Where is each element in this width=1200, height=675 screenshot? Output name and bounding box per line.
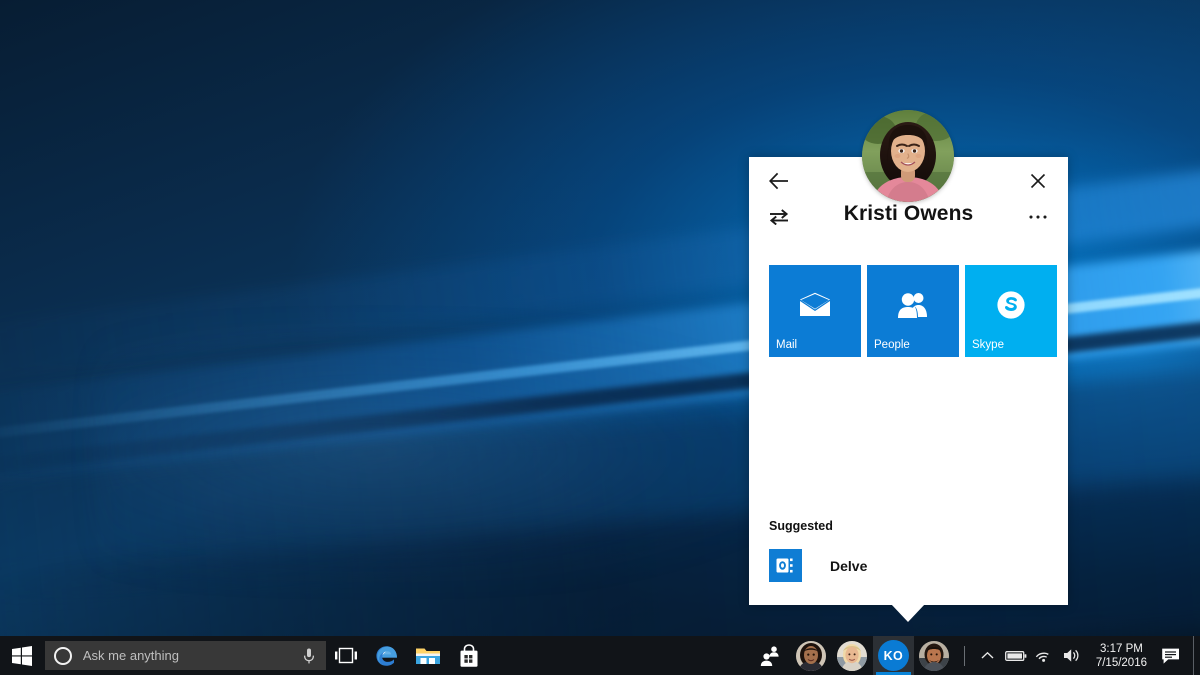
file-explorer-button[interactable] [408, 636, 449, 675]
wallpaper-haze [96, 324, 792, 581]
wifi-icon[interactable] [1030, 636, 1058, 675]
add-person-icon[interactable] [750, 636, 791, 675]
app-tiles: Mail People Skype [769, 265, 1057, 357]
taskbar: Ask me anything [0, 636, 1200, 675]
app-tile-label: People [874, 339, 910, 351]
back-arrow-icon[interactable] [765, 167, 793, 195]
avatar [919, 641, 949, 671]
delve-icon [769, 549, 802, 582]
mail-envelope-icon [769, 287, 861, 323]
search-placeholder: Ask me anything [83, 648, 302, 663]
chevron-up-icon[interactable] [974, 636, 1002, 675]
system-tray: 3:17 PM 7/15/2016 [974, 636, 1200, 675]
app-tile-people[interactable]: People [867, 265, 959, 357]
clock-date: 7/15/2016 [1096, 656, 1147, 670]
store-button[interactable] [449, 636, 490, 675]
taskbar-contact-4[interactable] [914, 636, 955, 675]
status-badge: KO [878, 640, 909, 671]
task-view-button[interactable] [326, 636, 367, 675]
microphone-icon[interactable] [302, 647, 316, 665]
app-tile-mail[interactable]: Mail [769, 265, 861, 357]
show-desktop-button[interactable] [1193, 636, 1200, 675]
taskbar-contact-2[interactable] [832, 636, 873, 675]
flyout-pointer-tail [891, 604, 925, 622]
people-icon [867, 287, 959, 323]
cortana-circle-icon [54, 647, 72, 665]
avatar [796, 641, 826, 671]
skype-icon [965, 287, 1057, 323]
suggested-heading: Suggested [769, 519, 833, 533]
taskbar-contact-3[interactable]: KO [873, 636, 914, 675]
desktop-screen: Kristi Owens Mail [0, 0, 1200, 675]
clock-time: 3:17 PM [1096, 642, 1147, 656]
taskbar-clock[interactable]: 3:17 PM 7/15/2016 [1096, 642, 1147, 670]
avatar [837, 641, 867, 671]
taskbar-contact-1[interactable] [791, 636, 832, 675]
speaker-icon[interactable] [1058, 636, 1086, 675]
action-center-icon[interactable] [1156, 636, 1186, 675]
app-tile-label: Skype [972, 339, 1004, 351]
list-item[interactable]: Delve [769, 549, 867, 582]
app-tile-label: Mail [776, 339, 797, 351]
page-title: Kristi Owens [749, 202, 1068, 226]
search-input[interactable]: Ask me anything [45, 641, 326, 670]
battery-icon[interactable] [1002, 636, 1030, 675]
avatar [862, 110, 954, 202]
start-button[interactable] [0, 636, 45, 675]
edge-button[interactable] [367, 636, 408, 675]
app-tile-skype[interactable]: Skype [965, 265, 1057, 357]
close-icon[interactable] [1024, 167, 1052, 195]
taskbar-divider [964, 646, 965, 666]
list-item-label: Delve [830, 558, 867, 574]
